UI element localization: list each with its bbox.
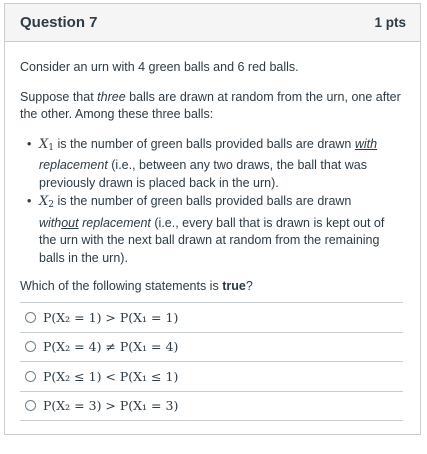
answer-label: P(X₂ = 3) > P(X₁ = 3) (43, 398, 179, 414)
emphasis-out: out (61, 215, 79, 230)
question-points: 1 pts (374, 15, 406, 30)
bullet-icon: • (27, 136, 32, 151)
variable-x2: X2 (39, 194, 54, 210)
radio-button[interactable] (25, 370, 36, 382)
intro-text: Consider an urn with 4 green balls and 6… (20, 60, 299, 74)
answer-option-2[interactable]: P(X₂ = 4) ≠ P(X₁ = 4) (20, 331, 403, 362)
list-item: • X2 is the number of green balls provid… (27, 194, 385, 265)
question-body: Consider an urn with 4 green balls and 6… (5, 42, 420, 296)
question-header: Question 7 1 pts (5, 4, 420, 42)
question-card: Question 7 1 pts Consider an urn with 4 … (4, 3, 421, 435)
question-prompt: Which of the following statements is tru… (20, 279, 253, 293)
radio-button[interactable] (25, 311, 36, 323)
radio-button[interactable] (25, 400, 36, 412)
answer-option-3[interactable]: P(X₂ ≤ 1) < P(X₁ ≤ 1) (20, 361, 403, 391)
definition-list: • X1 is the number of green balls provid… (20, 136, 420, 268)
emphasis-with: with (354, 136, 378, 151)
question-title: Question 7 (20, 14, 98, 31)
answer-label: P(X₂ = 1) > P(X₁ = 1) (43, 309, 179, 325)
bullet-icon: • (27, 194, 32, 208)
variable-x1: X1 (39, 136, 54, 153)
answer-option-1[interactable]: P(X₂ = 1) > P(X₁ = 1) (20, 302, 403, 332)
setup-text: Suppose that three balls are drawn at ra… (20, 89, 401, 122)
radio-button[interactable] (25, 341, 36, 353)
answer-label: P(X₂ ≤ 1) < P(X₁ ≤ 1) (43, 368, 179, 384)
list-item: • X1 is the number of green balls provid… (27, 136, 378, 190)
answer-options: P(X₂ = 1) > P(X₁ = 1) P(X₂ = 4) ≠ P(X₁ =… (20, 302, 403, 421)
answer-option-4[interactable]: P(X₂ = 3) > P(X₁ = 3) (20, 390, 403, 421)
answer-label: P(X₂ = 4) ≠ P(X₁ = 4) (43, 339, 179, 355)
